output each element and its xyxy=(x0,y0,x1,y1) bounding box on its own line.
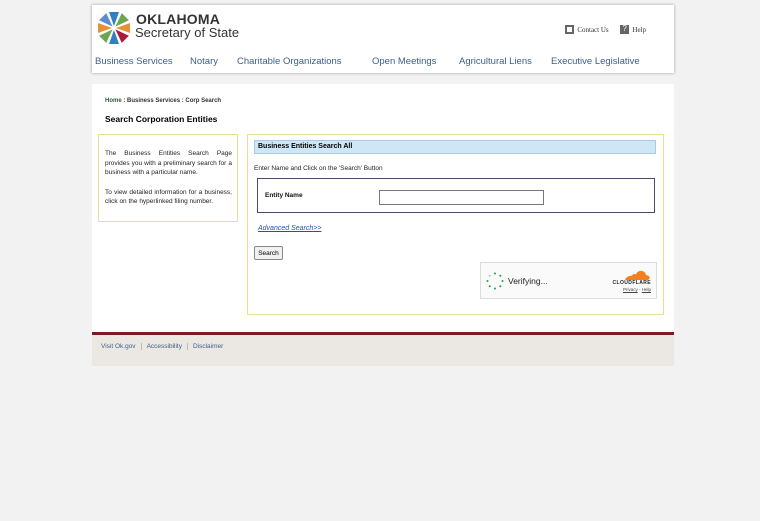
footer-link-accessibility[interactable]: Accessibility xyxy=(140,343,187,350)
footer-links: Visit Ok.gov Accessibility Disclaimer xyxy=(101,343,228,350)
info-box: The Business Entities Search Page provid… xyxy=(98,134,238,222)
captcha-status: Verifying... xyxy=(508,276,548,286)
nav-charitable-organizations[interactable]: Charitable Organizations xyxy=(237,56,370,67)
search-instruction: Enter Name and Click on the 'Search' But… xyxy=(254,165,383,172)
page-title: Search Corporation Entities xyxy=(105,114,218,124)
cloudflare-brand: CLOUDFLARE xyxy=(612,280,651,286)
contact-us-link[interactable]: Contact Us xyxy=(565,25,609,34)
info-paragraph-1: The Business Entities Search Page provid… xyxy=(105,150,232,176)
help-icon xyxy=(620,24,630,34)
search-panel-title: Business Entities Search All xyxy=(254,140,656,154)
breadcrumb-current: Corp Search xyxy=(185,98,222,104)
breadcrumb: Home : Business Services : Corp Search xyxy=(105,98,221,104)
breadcrumb-home[interactable]: Home xyxy=(105,98,122,104)
contact-us-label: Contact Us xyxy=(577,25,609,34)
logo-title: OKLAHOMA xyxy=(136,11,221,27)
advanced-search-link[interactable]: Advanced Search>> xyxy=(258,225,321,232)
nav-business-services[interactable]: Business Services xyxy=(95,56,175,67)
info-paragraph-2: To view detailed information for a busin… xyxy=(105,188,232,206)
loading-spinner-icon xyxy=(486,272,504,290)
contact-card-icon xyxy=(565,25,575,34)
site-footer: Visit Ok.gov Accessibility Disclaimer xyxy=(92,332,674,366)
main-nav: Business Services Notary Charitable Orga… xyxy=(95,56,671,67)
main-content: Home : Business Services : Corp Search S… xyxy=(92,84,674,332)
oklahoma-logo-icon[interactable] xyxy=(96,10,132,46)
captcha-help-link[interactable]: Help xyxy=(642,287,651,292)
entity-name-fieldset: Entity Name xyxy=(257,178,655,213)
captcha-links: Privacy - Help xyxy=(623,287,651,292)
captcha-privacy-link[interactable]: Privacy xyxy=(623,287,638,292)
utility-links: Contact Us Help xyxy=(555,24,646,36)
search-panel: Business Entities Search All Enter Name … xyxy=(247,134,664,315)
entity-name-input[interactable] xyxy=(379,190,544,205)
nav-executive-legislative[interactable]: Executive Legislative xyxy=(551,56,649,67)
help-link[interactable]: Help xyxy=(620,24,646,34)
nav-notary[interactable]: Notary xyxy=(175,56,237,67)
help-label: Help xyxy=(632,25,646,34)
breadcrumb-business-services[interactable]: Business Services xyxy=(127,98,180,104)
nav-agricultural-liens[interactable]: Agricultural Liens xyxy=(459,56,551,67)
nav-open-meetings[interactable]: Open Meetings xyxy=(370,56,459,67)
cloudflare-captcha-widget[interactable]: Verifying... CLOUDFLARE Privacy - Help xyxy=(480,262,657,299)
entity-name-label: Entity Name xyxy=(265,192,303,199)
search-button[interactable]: Search xyxy=(254,246,283,260)
footer-link-disclaimer[interactable]: Disclaimer xyxy=(186,343,228,350)
footer-link-visit-okgov[interactable]: Visit Ok.gov xyxy=(101,343,141,350)
logo-subtitle: Secretary of State xyxy=(135,25,240,40)
site-header: OKLAHOMA Secretary of State Contact Us H… xyxy=(92,5,674,73)
